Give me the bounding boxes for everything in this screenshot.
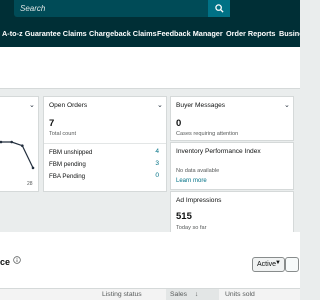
- row-label-fba-pending: FBA Pending: [49, 173, 86, 180]
- card-title: Inventory Performance Index: [176, 148, 261, 155]
- status-filter-select[interactable]: Active ▼: [252, 257, 285, 272]
- row-value-fba-pending[interactable]: 0: [155, 172, 159, 179]
- column-header-units-sold[interactable]: Units sold: [225, 291, 255, 298]
- main-nav: A-to-z Guarantee Claims Chargeback Claim…: [0, 20, 300, 47]
- card-title: Ad Impressions: [176, 197, 222, 204]
- nav-item-order-reports[interactable]: Order Reports: [226, 29, 275, 38]
- row-value-fbm-pending[interactable]: 3: [155, 160, 159, 167]
- section-title: ce: [0, 257, 11, 267]
- sales-point-3: [31, 166, 35, 170]
- chevron-down-icon[interactable]: ⌄: [284, 101, 290, 109]
- ad-impressions-value: 515: [176, 211, 192, 222]
- divider: [44, 143, 166, 144]
- sales-point-1: [10, 140, 13, 144]
- search-button[interactable]: [208, 0, 230, 17]
- row-value-fbm-unshipped[interactable]: 4: [155, 148, 159, 155]
- listings-section: ce Active ▼ Listing status Sales ↓ Units…: [0, 232, 300, 300]
- open-orders-count-label: Total count: [49, 131, 77, 137]
- card-title: Open Orders: [49, 102, 88, 109]
- inventory-status: No data available: [176, 168, 220, 174]
- row-label-fbm-unshipped: FBM unshipped: [49, 149, 93, 156]
- search-input[interactable]: [20, 2, 200, 15]
- table-header: Listing status Sales ↓ Units sold: [0, 288, 300, 300]
- nav-item-business[interactable]: Busine: [279, 29, 300, 38]
- inventory-performance-card: Inventory Performance Index No data avai…: [170, 142, 294, 190]
- header-band: [0, 47, 300, 89]
- ad-impressions-label: Today so far: [176, 225, 207, 231]
- search-box: [14, 0, 208, 17]
- chevron-down-icon[interactable]: ⌄: [157, 101, 163, 109]
- sales-point-0: [0, 140, 3, 144]
- sales-chart: [0, 140, 35, 170]
- learn-more-link[interactable]: Learn more: [176, 178, 207, 184]
- card-title: Buyer Messages: [176, 102, 226, 109]
- search-icon: [214, 4, 224, 13]
- sales-series-line: [1, 141, 34, 169]
- buyer-messages-count: 0: [176, 118, 182, 129]
- ad-impressions-card: Ad Impressions 515 Today so far: [170, 191, 294, 237]
- chevron-down-icon: ▼: [275, 260, 281, 266]
- open-orders-card: Open Orders ⌄ 7 Total count FBM unshippe…: [43, 96, 167, 192]
- sort-down-icon: ↓: [194, 291, 199, 298]
- row-label-fbm-pending: FBM pending: [49, 161, 86, 168]
- top-bar: [0, 0, 300, 20]
- open-orders-count: 7: [49, 118, 55, 129]
- sales-card: ⌄ 28: [0, 96, 39, 192]
- buyer-messages-count-label: Cases requiring attention: [176, 131, 239, 137]
- chart-end-label: 28: [27, 181, 33, 187]
- filter-options-button[interactable]: [285, 257, 299, 272]
- seller-dashboard: A-to-z Guarantee Claims Chargeback Claim…: [0, 0, 300, 300]
- nav-item-feedback-manager[interactable]: Feedback Manager: [157, 29, 223, 38]
- nav-item-a-to-z-claims[interactable]: A-to-z Guarantee Claims: [2, 29, 87, 38]
- nav-item-chargeback-claims[interactable]: Chargeback Claims: [89, 29, 157, 38]
- column-header-sales[interactable]: Sales ↓: [166, 289, 219, 300]
- buyer-messages-card: Buyer Messages ⌄ 0 Cases requiring atten…: [170, 96, 294, 141]
- sales-point-2: [21, 144, 24, 147]
- info-icon[interactable]: [13, 256, 21, 264]
- status-filter-value: Active: [257, 261, 277, 268]
- column-header-label: Sales: [170, 291, 188, 298]
- column-header-listing-status[interactable]: Listing status: [102, 291, 142, 298]
